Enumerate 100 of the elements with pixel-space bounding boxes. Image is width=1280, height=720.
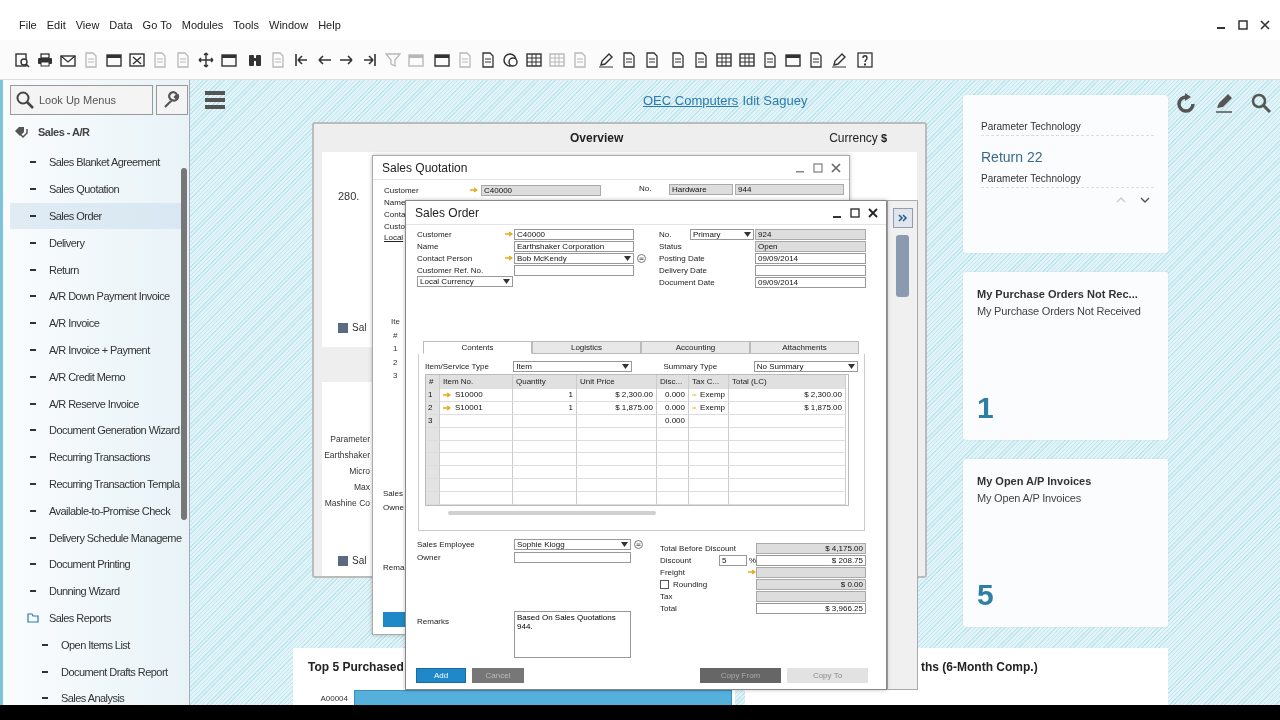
text-field[interactable]: 924 xyxy=(755,228,866,240)
document-icon[interactable] xyxy=(670,51,686,68)
tab[interactable]: Logistics xyxy=(532,341,641,354)
pencil-icon[interactable] xyxy=(598,51,614,68)
text-field[interactable] xyxy=(514,264,634,276)
tab[interactable]: Accounting xyxy=(641,341,750,354)
window-icon[interactable] xyxy=(785,51,801,68)
menu-item[interactable]: Sales Order xyxy=(10,202,182,230)
menu-item[interactable]: Go To xyxy=(137,17,177,40)
maximize-icon[interactable] xyxy=(850,207,860,218)
dropdown-field[interactable]: No Summary xyxy=(753,360,858,372)
menu-item[interactable]: Tools xyxy=(228,17,265,40)
table-icon[interactable] xyxy=(716,51,732,68)
menu-item[interactable]: Sales Analysis xyxy=(10,684,182,705)
remarks-box[interactable]: Based On Sales Quotations 944. xyxy=(514,611,631,658)
text-field[interactable]: 5 xyxy=(718,554,747,566)
menu-item[interactable]: A/R Credit Memo xyxy=(10,363,182,391)
wrench-button[interactable] xyxy=(156,85,188,115)
help-icon[interactable] xyxy=(857,51,873,68)
text-field[interactable]: C40000 xyxy=(514,228,634,240)
column-header[interactable]: Tax C... xyxy=(689,375,729,389)
document-icon[interactable] xyxy=(808,51,824,68)
menu-item[interactable]: View xyxy=(70,17,105,40)
menu-item[interactable]: A/R Invoice + Payment xyxy=(10,336,182,364)
last-icon[interactable] xyxy=(362,51,378,68)
menu-item[interactable]: Dunning Wizard xyxy=(10,577,182,605)
down-chevron-icon[interactable] xyxy=(1140,197,1150,203)
document-icon[interactable] xyxy=(480,51,496,68)
menu-item[interactable]: Data xyxy=(104,17,138,40)
menu-item[interactable]: Help xyxy=(313,17,346,40)
window-icon[interactable] xyxy=(221,51,237,68)
text-field[interactable] xyxy=(756,590,866,602)
window-icon[interactable] xyxy=(434,51,450,68)
window-icon[interactable] xyxy=(106,51,122,68)
scrollbar[interactable] xyxy=(181,168,187,520)
menu-icon[interactable] xyxy=(205,91,225,109)
menu-item[interactable]: Modules xyxy=(176,17,229,40)
document-icon[interactable] xyxy=(644,51,660,68)
text-field[interactable]: Open xyxy=(755,240,866,252)
text-field[interactable] xyxy=(756,566,866,578)
checkbox[interactable] xyxy=(660,579,669,589)
search-field[interactable]: Look Up Menus xyxy=(10,85,153,115)
menu-item[interactable]: Available-to-Promise Check xyxy=(10,497,182,525)
document-icon[interactable] xyxy=(621,51,637,68)
first-icon[interactable] xyxy=(293,51,309,68)
series-dropdown[interactable]: Primary xyxy=(690,228,754,240)
close-icon[interactable] xyxy=(1260,20,1270,30)
column-header[interactable]: Disc... xyxy=(657,375,689,389)
dropdown-field[interactable]: Bob McKendy xyxy=(514,252,634,264)
text-field[interactable]: Earthshaker Corporation xyxy=(514,240,634,252)
pencil-icon[interactable] xyxy=(1214,93,1234,113)
menu-item[interactable]: Window xyxy=(264,17,314,40)
printer-icon[interactable] xyxy=(37,51,53,68)
text-field[interactable]: $ 3,966.25 xyxy=(756,602,866,614)
menu-item[interactable]: Sales Reports xyxy=(10,604,182,632)
document-icon[interactable] xyxy=(762,51,778,68)
module-title[interactable]: Sales - A/R xyxy=(38,126,90,138)
add-button[interactable] xyxy=(383,611,405,627)
details-icon[interactable] xyxy=(634,539,643,549)
company-link[interactable]: OEC Computers xyxy=(643,92,739,108)
text-field[interactable] xyxy=(514,551,631,563)
menu-item[interactable]: A/R Reserve Invoice xyxy=(10,390,182,417)
menu-item[interactable]: Document Drafts Report xyxy=(10,658,182,685)
kpi-card[interactable]: My Purchase Orders Not Rec... My Purchase Orders Not Received 1 xyxy=(963,272,1168,440)
search-icon[interactable] xyxy=(1251,93,1271,113)
document-icon[interactable] xyxy=(693,51,709,68)
currency-dropdown[interactable]: Local Currency xyxy=(417,276,513,287)
menu-item[interactable]: Recurring Transactions xyxy=(10,443,182,471)
text-field[interactable]: 09/09/2014 xyxy=(755,276,866,288)
menu-item[interactable]: Delivery Schedule Manageme xyxy=(10,524,182,551)
text-field[interactable]: $ 4,175.00 xyxy=(756,542,866,554)
refresh-icon[interactable] xyxy=(1175,93,1197,115)
tab[interactable]: Attachments xyxy=(750,341,859,354)
text-field[interactable] xyxy=(755,264,866,276)
tab[interactable]: Contents xyxy=(423,341,532,354)
column-header[interactable]: Unit Price xyxy=(577,375,657,389)
column-header[interactable]: Total (LC) xyxy=(729,375,846,389)
menu-item[interactable]: Edit xyxy=(41,17,71,40)
menu-item[interactable]: Sales Quotation xyxy=(10,175,182,203)
spreadsheet-icon[interactable] xyxy=(129,51,145,68)
dropdown-field[interactable]: Sophie Klogg xyxy=(514,538,631,550)
column-header[interactable]: Quantity xyxy=(513,375,577,389)
dropdown-field[interactable]: Item xyxy=(513,360,633,372)
menu-item[interactable]: A/R Invoice xyxy=(10,309,182,337)
series-field[interactable]: Hardware xyxy=(669,184,733,195)
text-field[interactable]: C40000 xyxy=(481,184,601,196)
pencil-icon[interactable] xyxy=(831,51,847,68)
text-field[interactable]: 09/09/2014 xyxy=(755,252,866,264)
scrollbar[interactable] xyxy=(896,235,909,297)
coin-icon[interactable] xyxy=(503,51,519,68)
menu-item[interactable]: Document Printing xyxy=(10,550,182,578)
maximize-icon[interactable] xyxy=(1238,20,1248,30)
currency-symbol[interactable]: $ xyxy=(880,132,887,144)
menu-item[interactable]: A/R Down Payment Invoice xyxy=(10,283,182,310)
text-field[interactable]: 944 xyxy=(735,184,844,195)
scrollbar[interactable] xyxy=(448,511,656,515)
menu-item[interactable]: Open Items List xyxy=(10,631,182,659)
currency-dropdown[interactable]: Local xyxy=(384,232,404,243)
menu-item[interactable]: Delivery xyxy=(10,229,182,257)
kpi-card[interactable]: My Open A/P Invoices My Open A/P Invoices 5 xyxy=(963,459,1168,627)
